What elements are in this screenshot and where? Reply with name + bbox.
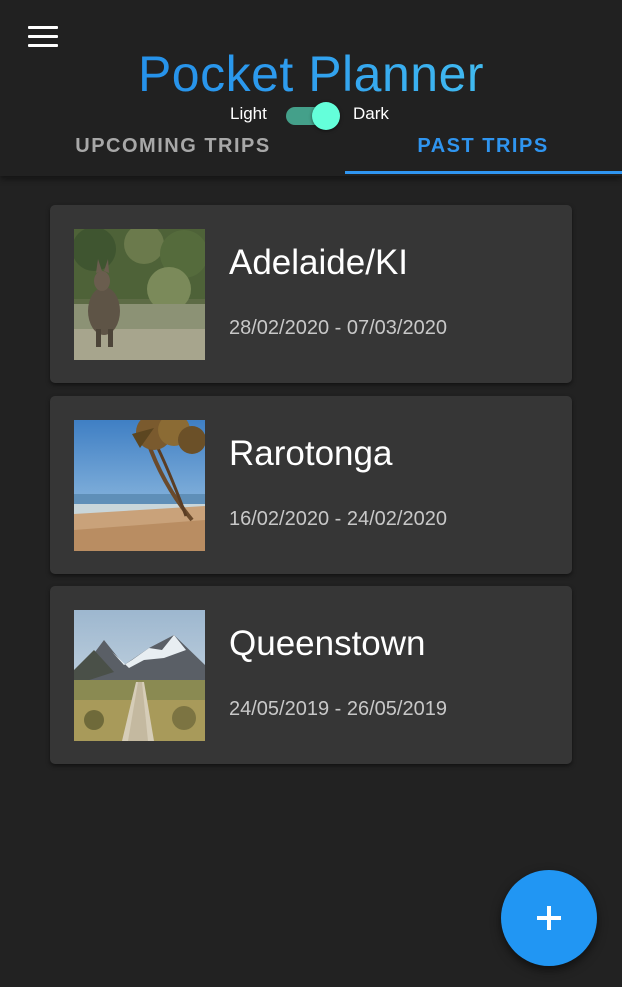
wallaby-photo xyxy=(74,229,205,360)
beach-palm-photo xyxy=(74,420,205,551)
tab-past-trips[interactable]: PAST TRIPS xyxy=(328,118,622,174)
trip-dates: 16/02/2020 - 24/02/2020 xyxy=(229,508,447,530)
mountain-boardwalk-photo xyxy=(74,610,205,741)
tab-upcoming-trips[interactable]: UPCOMING TRIPS xyxy=(18,118,328,174)
add-trip-button[interactable] xyxy=(501,870,597,966)
app-header: Pocket Planner Light Dark UPCOMING TRIPS… xyxy=(0,0,622,176)
trip-dates: 24/05/2019 - 26/05/2019 xyxy=(229,698,447,720)
trip-card[interactable]: Rarotonga 16/02/2020 - 24/02/2020 xyxy=(50,396,572,574)
active-tab-indicator xyxy=(345,171,622,174)
trip-name: Queenstown xyxy=(229,624,426,663)
app-title: Pocket Planner xyxy=(0,44,622,104)
trip-name: Adelaide/KI xyxy=(229,243,409,282)
trip-card[interactable]: Adelaide/KI 28/02/2020 - 07/03/2020 xyxy=(50,205,572,383)
trip-card[interactable]: Queenstown 24/05/2019 - 26/05/2019 xyxy=(50,586,572,764)
app-screen: Pocket Planner Light Dark UPCOMING TRIPS… xyxy=(0,0,622,987)
trip-dates: 28/02/2020 - 07/03/2020 xyxy=(229,317,447,339)
trip-name: Rarotonga xyxy=(229,434,393,473)
trip-tabs: UPCOMING TRIPS PAST TRIPS xyxy=(0,118,622,176)
